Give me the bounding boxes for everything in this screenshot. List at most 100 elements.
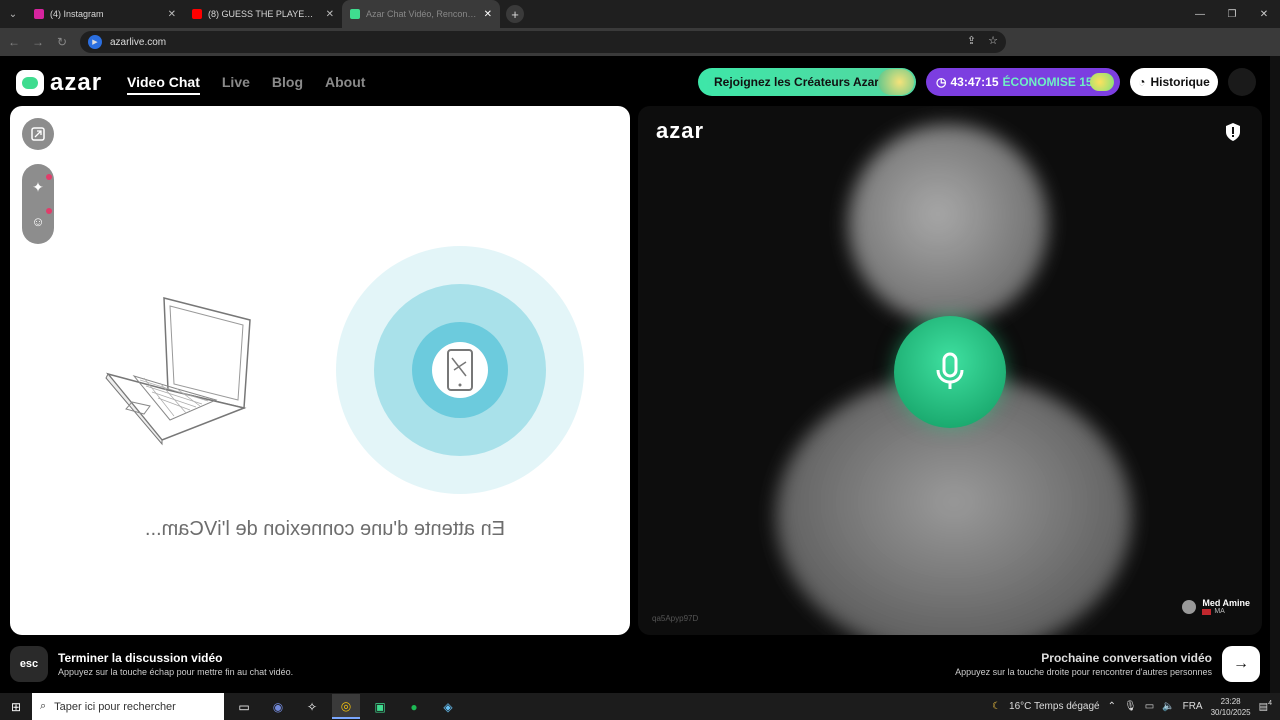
end-chat-title: Terminer la discussion vidéo <box>58 651 223 665</box>
effects-toolbar: ✦ ☺ <box>22 164 54 244</box>
app-icon[interactable]: ✧ <box>298 694 326 719</box>
restore-icon[interactable]: ❐ <box>1216 0 1248 28</box>
browser-tab-bar: ⌄ (4) Instagram ✕ (8) GUESS THE PLAYER B… <box>0 0 1280 28</box>
waiting-connection-text: En attente d'une connexion de l'iVCam... <box>144 518 506 540</box>
creators-badge-icon <box>878 69 914 95</box>
face-filter-button[interactable]: ☺ <box>28 208 52 231</box>
network-icon[interactable]: ▭ <box>1145 701 1154 712</box>
new-tab-button[interactable]: + <box>506 5 524 23</box>
volume-icon[interactable]: 🔈 <box>1162 701 1174 712</box>
app-green-icon[interactable]: ▣ <box>366 694 394 719</box>
minimize-icon[interactable]: — <box>1184 0 1216 28</box>
peer-avatar <box>1182 599 1197 614</box>
peer-info[interactable]: Med Amine MA <box>1182 598 1250 615</box>
header-actions: Rejoignez les Créateurs Azar ◷ 43:47:15 … <box>698 68 1256 96</box>
windows-taskbar: ⊞ ⌕ Taper ici pour rechercher ▭ ◉ ✧ ◎ ▣ … <box>0 693 1280 720</box>
tab-title: (8) GUESS THE PLAYER BY THEIR <box>208 9 320 19</box>
remote-video-panel: azar qa5Apyp97D Med Amine MA <box>638 106 1262 635</box>
url-input[interactable]: ▶ azarlive.com ⇪ ☆ <box>80 31 1006 53</box>
close-window-icon[interactable]: ✕ <box>1248 0 1280 28</box>
phone-connection-indicator <box>336 246 584 494</box>
notification-dot <box>46 174 52 180</box>
microphone-icon <box>936 352 964 389</box>
promo-text: ÉCONOMISE 15% <box>1002 75 1104 89</box>
peer-country: MA <box>1202 608 1250 615</box>
azar-site: azar Video Chat Live Blog About Rejoigne… <box>0 56 1270 693</box>
tab-youtube[interactable]: (8) GUESS THE PLAYER BY THEIR ✕ <box>184 0 342 28</box>
tab-azar[interactable]: Azar Chat Vidéo, Rencontre ✕ <box>342 0 500 28</box>
windows-start-icon[interactable]: ⊞ <box>0 700 32 714</box>
notification-icon[interactable]: ▤4 <box>1259 700 1272 712</box>
steam-icon[interactable]: ◈ <box>434 694 462 719</box>
notification-count: 4 <box>1268 700 1272 708</box>
bookmark-star-icon[interactable]: ☆ <box>988 34 998 47</box>
promo-button[interactable]: ◷ 43:47:15 ÉCONOMISE 15% <box>926 68 1120 96</box>
profile-avatar[interactable] <box>1228 68 1256 96</box>
url-text: azarlive.com <box>110 36 167 48</box>
language-indicator[interactable]: FRA <box>1183 701 1203 712</box>
window-controls: — ❐ ✕ <box>1184 0 1280 28</box>
remote-logo: azar <box>656 118 705 143</box>
reload-icon[interactable]: ↻ <box>50 35 74 49</box>
join-creators-button[interactable]: Rejoignez les Créateurs Azar <box>698 68 916 96</box>
nav-live[interactable]: Live <box>222 74 250 95</box>
azar-icon <box>350 9 360 19</box>
tab-search-icon[interactable]: ⌄ <box>0 0 26 28</box>
logo-text: azar <box>50 69 103 96</box>
nav-video-chat[interactable]: Video Chat <box>127 74 200 95</box>
azar-logo-icon <box>16 70 44 96</box>
tab-title: Azar Chat Vidéo, Rencontre <box>366 9 478 19</box>
tab-instagram[interactable]: (4) Instagram ✕ <box>26 0 184 28</box>
clock-date: 30/10/2025 <box>1210 707 1251 717</box>
sparkle-effects-button[interactable]: ✦ <box>28 174 52 197</box>
history-clock-icon: ◔ <box>1138 75 1146 89</box>
chevron-up-icon[interactable]: ⌃ <box>1108 701 1116 712</box>
taskbar-clock[interactable]: 23:28 30/10/2025 <box>1211 696 1251 718</box>
spotify-icon[interactable]: ● <box>400 694 428 719</box>
microphone-tray-icon[interactable]: 🎙 <box>1124 701 1137 712</box>
taskbar-search-input[interactable]: ⌕ Taper ici pour rechercher <box>32 693 224 720</box>
close-icon[interactable]: ✕ <box>326 9 334 20</box>
search-icon: ⌕ <box>40 700 47 712</box>
morocco-flag-icon <box>1202 608 1212 615</box>
chrome-icon[interactable]: ◎ <box>332 694 360 719</box>
notification-dot <box>46 208 52 214</box>
esc-key-button[interactable]: esc <box>10 646 48 682</box>
close-icon[interactable]: ✕ <box>484 9 492 20</box>
local-video-panel: ✦ ☺ En attente d'une connexion de l'iVCa… <box>10 106 630 635</box>
task-view-icon[interactable]: ▭ <box>230 694 258 719</box>
sparkle-icon: ✦ <box>32 178 44 195</box>
forward-icon[interactable]: → <box>26 35 50 49</box>
report-shield-icon[interactable] <box>1224 122 1242 142</box>
microphone-button[interactable] <box>894 316 1006 428</box>
phone-waiting-icon <box>336 246 584 494</box>
weather-text[interactable]: 16°C Temps dégagé <box>1009 701 1100 712</box>
fullscreen-button[interactable] <box>22 118 54 150</box>
site-info-icon[interactable]: ▶ <box>88 35 102 49</box>
nav-blog[interactable]: Blog <box>272 74 303 95</box>
face-icon: ☺ <box>31 213 45 229</box>
peer-name: Med Amine <box>1202 598 1250 608</box>
install-icon[interactable]: ⇪ <box>967 34 976 47</box>
next-chat-title: Prochaine conversation vidéo <box>1041 651 1212 665</box>
history-label: Historique <box>1150 75 1210 89</box>
history-button[interactable]: ◔ Historique <box>1130 68 1218 96</box>
taskbar-apps: ▭ ◉ ✧ ◎ ▣ ● ◈ <box>230 694 462 719</box>
main-nav: Video Chat Live Blog About <box>127 74 365 95</box>
close-icon[interactable]: ✕ <box>168 9 176 20</box>
promo-timer: 43:47:15 <box>950 75 999 89</box>
nav-about[interactable]: About <box>325 74 365 95</box>
back-icon[interactable]: ← <box>2 35 26 49</box>
address-bar-row: ← → ↻ ▶ azarlive.com ⇪ ☆ ⋮ <box>0 28 1280 75</box>
next-chat-button[interactable]: → <box>1222 646 1260 682</box>
page-scrollbar[interactable] <box>1270 56 1280 693</box>
clock-icon: ◷ <box>936 75 947 89</box>
expand-icon <box>31 127 45 141</box>
youtube-icon <box>192 9 202 19</box>
site-logo[interactable]: azar <box>16 69 102 97</box>
instagram-icon <box>34 9 44 19</box>
discord-icon[interactable]: ◉ <box>264 694 292 719</box>
session-id: qa5Apyp97D <box>652 614 699 623</box>
taskbar-search-placeholder: Taper ici pour rechercher <box>54 700 176 713</box>
tab-title: (4) Instagram <box>50 9 104 19</box>
